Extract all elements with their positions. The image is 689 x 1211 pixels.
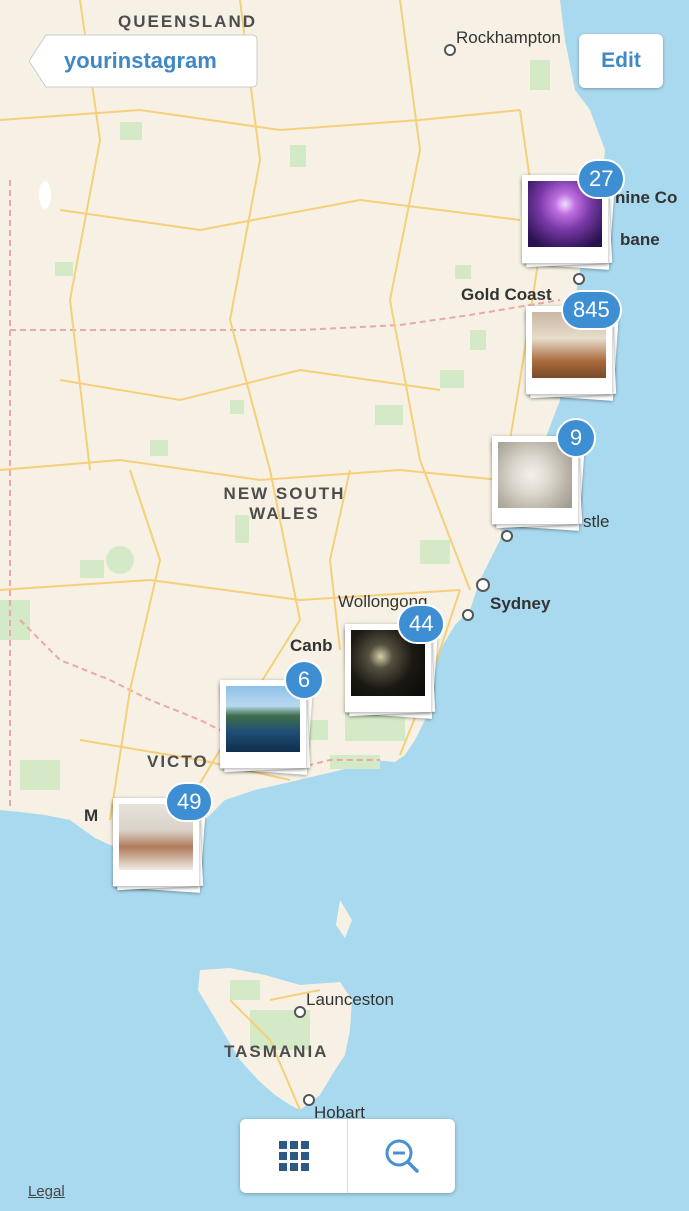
city-label-sunshine-coast: hine Co <box>615 188 678 207</box>
region-label-nsw-line1: NEW SOUTH <box>223 484 346 503</box>
cluster-count-badge: 9 <box>556 418 596 458</box>
cluster-count-badge: 44 <box>397 604 446 644</box>
lake-photo <box>226 686 300 752</box>
city-label-launceston: Launceston <box>306 990 394 1009</box>
back-button[interactable]: yourinstagram <box>28 34 258 88</box>
city-label-melbourne: M <box>84 806 99 825</box>
city-label-gold-coast: Gold Coast <box>461 285 552 304</box>
city-label-canberra: Canb <box>290 636 333 655</box>
region-label-queensland: QUEENSLAND <box>118 12 258 31</box>
city-dot-brisbane <box>573 273 585 285</box>
city-dot-wollongong <box>462 609 474 621</box>
cluster-count-badge: 6 <box>284 660 324 700</box>
grid-icon <box>278 1141 309 1171</box>
city-dot-launceston <box>294 1006 306 1018</box>
city-label-brisbane: bane <box>620 230 660 249</box>
cluster-count-badge: 49 <box>165 782 214 822</box>
cluster-count-badge: 27 <box>577 159 626 199</box>
zoom-out-icon <box>385 1139 419 1173</box>
map-screen[interactable]: QUEENSLAND NEW SOUTH WALES VICTO TASMANI… <box>0 0 689 1211</box>
region-label-nsw-line2: WALES <box>249 504 320 523</box>
city-dot-rockhampton <box>444 44 456 56</box>
back-button-label: yourinstagram <box>64 48 217 73</box>
city-label-sydney: Sydney <box>490 594 551 613</box>
map-toolbar <box>240 1119 455 1193</box>
region-label-victoria: VICTO <box>147 752 209 771</box>
city-dot-sydney <box>476 578 490 592</box>
region-label-tasmania: TASMANIA <box>224 1042 329 1061</box>
edit-button[interactable]: Edit <box>579 34 663 88</box>
city-dot-newcastle <box>501 530 513 542</box>
region-label-nsw: NEW SOUTH WALES <box>212 484 357 524</box>
city-label-rockhampton: Rockhampton <box>456 28 561 47</box>
zoom-out-button[interactable] <box>348 1119 455 1193</box>
city-label-newcastle: stle <box>583 512 610 531</box>
cluster-count-badge: 845 <box>561 290 622 330</box>
legal-link[interactable]: Legal <box>28 1183 65 1200</box>
grid-view-button[interactable] <box>240 1119 347 1193</box>
